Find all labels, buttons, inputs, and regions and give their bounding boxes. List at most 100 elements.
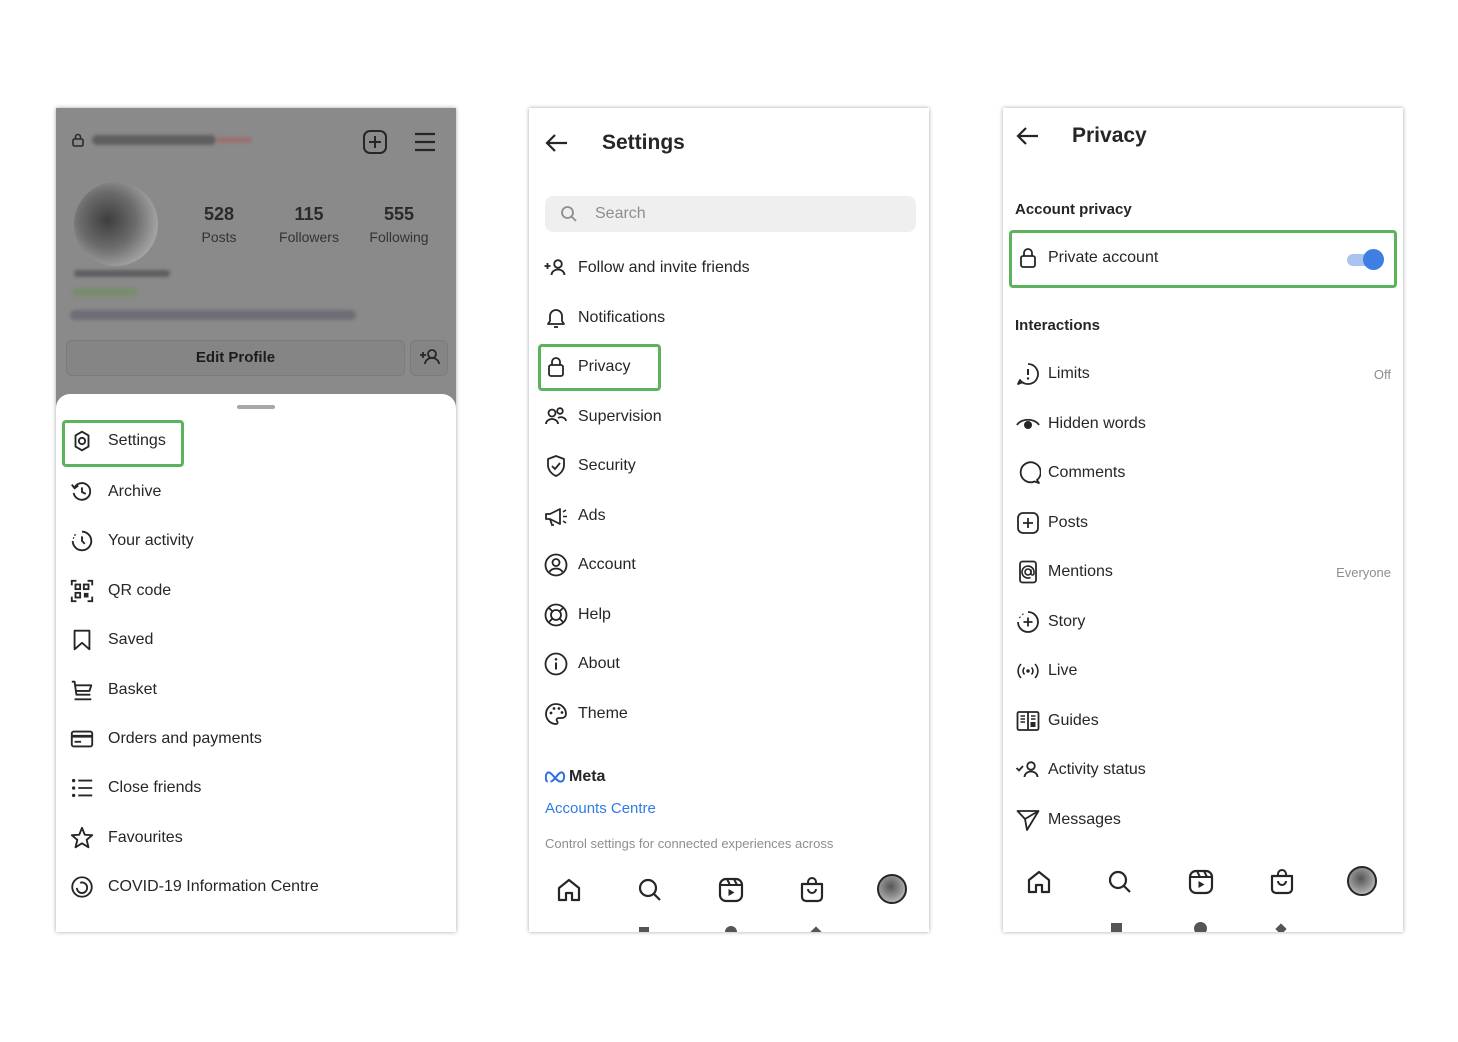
menu-item-archive[interactable]: Archive xyxy=(68,476,161,508)
settings-item-theme[interactable]: Theme xyxy=(543,698,628,730)
menu-item-your-activity[interactable]: Your activity xyxy=(68,525,194,557)
privacy-item-limits[interactable]: Limits Off xyxy=(1015,358,1395,390)
recents-icon[interactable] xyxy=(1111,923,1122,932)
settings-item-security[interactable]: Security xyxy=(543,450,636,482)
menu-item-favourites[interactable]: Favourites xyxy=(68,822,183,854)
meta-logo: Meta xyxy=(545,768,605,786)
privacy-item-comments[interactable]: Comments xyxy=(1015,457,1395,489)
posts-label: Posts xyxy=(201,229,237,245)
settings-item-supervision[interactable]: Supervision xyxy=(543,401,662,433)
menu-item-orders-and-payments[interactable]: Orders and payments xyxy=(68,723,262,755)
reels-icon[interactable] xyxy=(716,875,746,905)
home-button-icon[interactable] xyxy=(725,926,737,932)
privacy-screen: Privacy Account privacy Private account … xyxy=(1003,108,1403,932)
back-button-icon[interactable] xyxy=(1275,923,1287,932)
private-account-toggle[interactable] xyxy=(1345,248,1385,270)
following-stat[interactable]: 555 Following xyxy=(354,204,444,245)
privacy-item-label: Activity status xyxy=(1048,761,1146,778)
menu-label: Basket xyxy=(108,681,157,698)
settings-item-label: Follow and invite friends xyxy=(578,259,750,276)
basket-icon xyxy=(71,680,93,701)
star-icon xyxy=(70,826,94,849)
menu-label: Orders and payments xyxy=(108,730,262,747)
settings-item-about[interactable]: About xyxy=(543,648,620,680)
hamburger-menu-icon[interactable] xyxy=(411,128,439,156)
search-bar[interactable] xyxy=(545,196,916,232)
settings-item-account[interactable]: Account xyxy=(543,549,636,581)
privacy-item-activity-status[interactable]: Activity status xyxy=(1015,754,1395,786)
sheet-drag-handle[interactable] xyxy=(237,405,275,409)
info-icon xyxy=(544,652,568,676)
search-input[interactable] xyxy=(593,204,887,224)
guides-icon xyxy=(1016,711,1040,731)
privacy-item-value: Off xyxy=(1373,366,1391,382)
profile-header-dimmed: 528 Posts 115 Followers 555 Following Ed… xyxy=(56,108,456,408)
settings-item-label: Privacy xyxy=(578,358,631,375)
menu-item-settings[interactable]: Settings xyxy=(68,425,166,457)
privacy-item-label: Messages xyxy=(1048,811,1121,828)
list-icon xyxy=(71,778,93,798)
privacy-item-story[interactable]: Story xyxy=(1015,606,1395,638)
profile-avatar[interactable] xyxy=(877,874,907,904)
page-title: Settings xyxy=(602,131,685,154)
settings-item-ads[interactable]: Ads xyxy=(543,500,606,532)
private-account-row[interactable]: Private account xyxy=(1015,242,1395,274)
menu-item-qr-code[interactable]: QR code xyxy=(68,575,171,607)
home-icon[interactable] xyxy=(554,875,584,905)
followers-label: Followers xyxy=(279,229,339,245)
at-icon xyxy=(1019,560,1037,584)
search-icon[interactable] xyxy=(635,875,665,905)
privacy-item-live[interactable]: Live xyxy=(1015,655,1395,687)
settings-item-label: About xyxy=(578,655,620,672)
recents-icon[interactable] xyxy=(639,927,649,932)
menu-item-saved[interactable]: Saved xyxy=(68,624,153,656)
posts-count: 528 xyxy=(203,204,235,224)
following-count: 555 xyxy=(383,204,415,224)
privacy-item-guides[interactable]: Guides xyxy=(1015,705,1395,737)
privacy-item-messages[interactable]: Messages xyxy=(1015,804,1395,836)
posts-stat[interactable]: 528 Posts xyxy=(174,204,264,245)
settings-item-privacy[interactable]: Privacy xyxy=(543,351,630,383)
privacy-item-mentions[interactable]: Mentions Everyone xyxy=(1015,556,1395,588)
home-icon[interactable] xyxy=(1024,867,1054,897)
privacy-item-label: Posts xyxy=(1048,514,1089,531)
privacy-item-label: Hidden words xyxy=(1048,415,1146,432)
privacy-item-label: Story xyxy=(1048,613,1086,630)
privacy-item-hidden-words[interactable]: Hidden words xyxy=(1015,408,1395,440)
privacy-item-label: Limits xyxy=(1048,365,1090,382)
private-account-label: Private account xyxy=(1048,249,1159,266)
shop-icon[interactable] xyxy=(797,875,827,905)
lock-icon xyxy=(72,133,84,147)
accounts-centre-link[interactable]: Accounts Centre xyxy=(545,800,656,817)
settings-item-label: Theme xyxy=(578,705,628,722)
menu-item-covid-19-information-centre[interactable]: COVID-19 Information Centre xyxy=(68,871,319,903)
shop-icon[interactable] xyxy=(1267,867,1297,897)
profile-avatar[interactable] xyxy=(1347,866,1377,896)
back-arrow-icon[interactable] xyxy=(543,129,571,157)
reels-icon[interactable] xyxy=(1186,867,1216,897)
settings-icon xyxy=(74,430,90,452)
back-arrow-icon[interactable] xyxy=(1014,122,1042,150)
add-person-icon xyxy=(420,349,440,365)
profile-avatar[interactable] xyxy=(74,182,158,266)
privacy-item-posts[interactable]: Posts xyxy=(1015,507,1395,539)
eye-icon xyxy=(1016,418,1040,429)
meta-label: Meta xyxy=(569,768,606,785)
settings-item-follow-and-invite-friends[interactable]: Follow and invite friends xyxy=(543,252,750,284)
settings-item-notifications[interactable]: Notifications xyxy=(543,302,665,334)
settings-item-help[interactable]: Help xyxy=(543,599,611,631)
menu-item-basket[interactable]: Basket xyxy=(68,674,157,706)
settings-item-label: Supervision xyxy=(578,408,662,425)
discover-people-button[interactable] xyxy=(410,340,448,376)
back-button-icon[interactable] xyxy=(810,926,822,932)
home-button-icon[interactable] xyxy=(1194,922,1207,932)
followers-stat[interactable]: 115 Followers xyxy=(264,204,354,245)
edit-profile-button[interactable]: Edit Profile xyxy=(66,340,405,376)
search-icon[interactable] xyxy=(1105,867,1135,897)
live-icon xyxy=(1017,663,1039,679)
following-label: Following xyxy=(369,229,429,245)
create-post-icon[interactable] xyxy=(361,128,389,156)
menu-label: QR code xyxy=(108,582,172,599)
menu-item-close-friends[interactable]: Close friends xyxy=(68,772,201,804)
menu-label: Saved xyxy=(108,631,154,648)
